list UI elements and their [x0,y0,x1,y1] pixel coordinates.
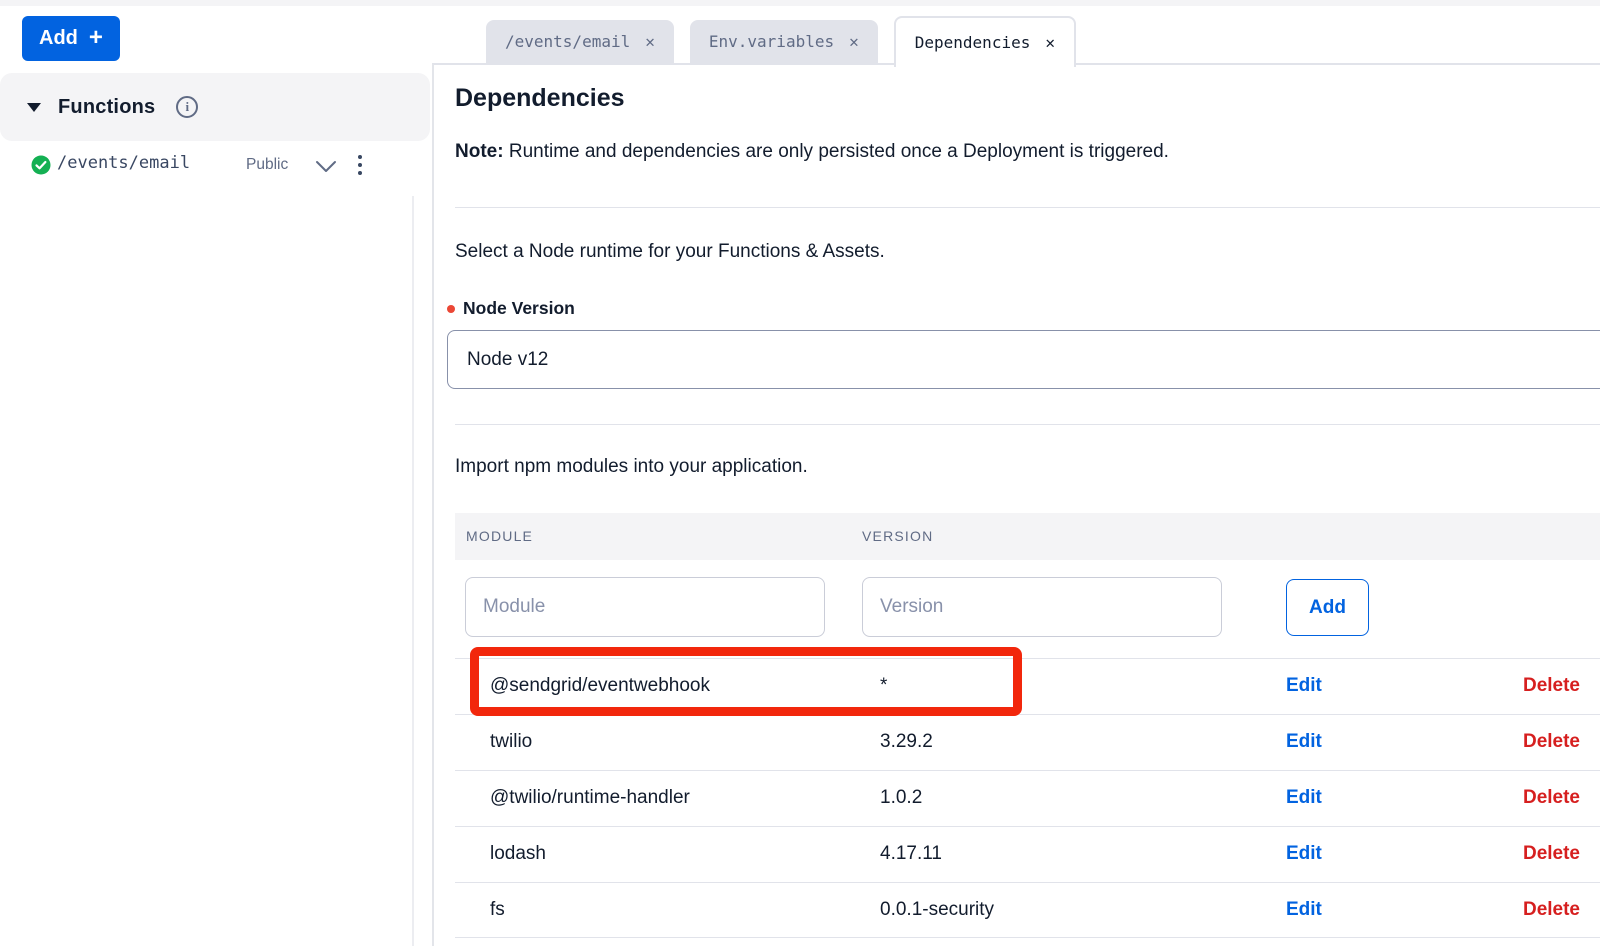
close-icon[interactable]: ✕ [849,32,859,51]
node-version-value: Node v12 [467,349,548,371]
node-version-select[interactable]: Node v12 [447,330,1600,389]
close-icon[interactable]: ✕ [645,32,655,51]
version-cell: 3.29.2 [880,731,933,753]
table-row: @sendgrid/eventwebhook * Edit Delete [455,658,1600,714]
tab-label: /events/email [505,32,630,51]
kebab-menu-icon[interactable] [355,152,365,178]
function-visibility[interactable]: Public [246,156,288,174]
divider [455,424,1600,425]
edit-link[interactable]: Edit [1286,899,1322,921]
module-cell: @twilio/runtime-handler [490,787,690,809]
dependencies-table: MODULE VERSION Add @sendgrid/eventwebhoo… [455,513,1600,938]
version-cell: 1.0.2 [880,787,922,809]
module-cell: twilio [490,731,532,753]
note-text: Note: Runtime and dependencies are only … [455,141,1169,163]
required-dot-icon [447,305,455,313]
table-row: twilio 3.29.2 Edit Delete [455,714,1600,770]
table-row: fs 0.0.1-security Edit Delete [455,882,1600,938]
page-title: Dependencies [455,84,625,113]
functions-section-header[interactable]: Functions i [0,73,430,141]
tab-label: Env.variables [709,32,834,51]
table-row: @twilio/runtime-handler 1.0.2 Edit Delet… [455,770,1600,826]
version-cell: 0.0.1-security [880,899,994,921]
version-cell: * [880,675,887,697]
functions-section-label: Functions [58,96,155,119]
column-header-version: VERSION [862,528,933,544]
function-path[interactable]: /events/email [57,153,190,173]
add-function-button[interactable]: Add + [22,16,120,61]
caret-down-icon[interactable] [27,103,41,112]
tab-label: Dependencies [915,33,1031,52]
edit-link[interactable]: Edit [1286,843,1322,865]
divider [455,207,1600,208]
tab-events-email[interactable]: /events/email ✕ [486,20,674,63]
column-header-module: MODULE [466,528,533,544]
plus-icon: + [89,26,103,50]
table-header: MODULE VERSION [455,513,1600,560]
version-input[interactable] [862,577,1222,637]
delete-link[interactable]: Delete [1523,899,1580,921]
tab-dependencies[interactable]: Dependencies ✕ [894,16,1076,67]
delete-link[interactable]: Delete [1523,843,1580,865]
import-description: Import npm modules into your application… [455,456,808,478]
edit-link[interactable]: Edit [1286,675,1322,697]
check-circle-icon [31,155,51,175]
add-dependency-button[interactable]: Add [1286,579,1369,636]
module-cell: @sendgrid/eventwebhook [490,675,710,697]
dependencies-panel: Dependencies Note: Runtime and dependenc… [432,63,1600,946]
tab-env-variables[interactable]: Env.variables ✕ [690,20,878,63]
version-cell: 4.17.11 [880,843,942,865]
delete-link[interactable]: Delete [1523,787,1580,809]
info-icon[interactable]: i [176,96,198,118]
add-button-label: Add [39,27,78,50]
module-cell: fs [490,899,505,921]
note-label: Note: [455,141,504,162]
delete-link[interactable]: Delete [1523,731,1580,753]
add-dependency-row: Add [455,560,1600,658]
dependency-rows: @sendgrid/eventwebhook * Edit Delete twi… [455,658,1600,938]
module-cell: lodash [490,843,546,865]
delete-link[interactable]: Delete [1523,675,1580,697]
edit-link[interactable]: Edit [1286,787,1322,809]
function-list-item[interactable]: /events/email Public [0,147,412,185]
table-row: lodash 4.17.11 Edit Delete [455,826,1600,882]
chevron-down-icon[interactable] [315,160,337,173]
runtime-description: Select a Node runtime for your Functions… [455,241,885,263]
module-input[interactable] [465,577,825,637]
sidebar-divider [412,196,414,946]
node-version-label: Node Version [447,298,575,319]
close-icon[interactable]: ✕ [1045,33,1055,52]
editor-tab-bar: /events/email ✕ Env.variables ✕ Dependen… [486,0,1076,65]
edit-link[interactable]: Edit [1286,731,1322,753]
